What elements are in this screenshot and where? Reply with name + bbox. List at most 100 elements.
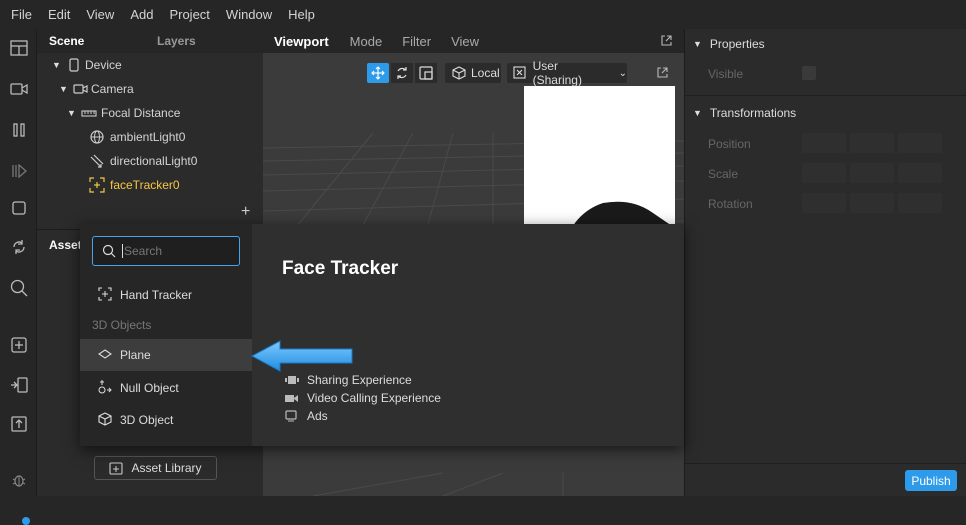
scale-tool-button[interactable] — [415, 63, 437, 83]
ruler-icon — [81, 110, 97, 117]
object-detail-pane: Face Tracker for: Sharing Experience Vid… — [252, 224, 684, 446]
external-link-icon[interactable] — [660, 34, 673, 47]
tree-item-focal-distance[interactable]: ▼ Focal Distance — [67, 101, 180, 125]
list-item-3d-object[interactable]: 3D Object — [80, 404, 252, 436]
caret-down-icon[interactable]: ▼ — [52, 60, 62, 70]
local-space-toggle[interactable]: Local — [445, 63, 501, 83]
menu-add[interactable]: Add — [122, 0, 161, 29]
refresh-icon[interactable] — [8, 236, 30, 258]
asset-library-button[interactable]: Asset Library — [94, 456, 217, 480]
list-item-null-object[interactable]: Null Object — [80, 372, 252, 404]
directional-light-icon — [90, 154, 104, 168]
video-camera-icon[interactable] — [8, 78, 30, 100]
video-icon — [285, 395, 298, 402]
scale-y-field[interactable] — [850, 163, 894, 183]
tree-item-directional-light[interactable]: directionalLight0 — [89, 149, 197, 173]
scale-icon — [419, 66, 433, 80]
search-field[interactable]: Search — [92, 236, 240, 266]
null-object-icon — [98, 379, 112, 398]
tab-mode[interactable]: Mode — [350, 34, 383, 49]
add-object-icon[interactable] — [8, 334, 30, 356]
search-icon[interactable] — [8, 277, 30, 299]
tree-item-label: ambientLight0 — [110, 130, 186, 144]
upload-icon[interactable] — [8, 413, 30, 435]
list-item-hand-tracker[interactable]: Hand Tracker — [80, 279, 252, 311]
chevron-down-icon: ⌄ — [618, 67, 627, 79]
ads-icon — [285, 410, 297, 422]
rotate-tool-button[interactable] — [391, 63, 413, 83]
menu-project[interactable]: Project — [161, 0, 217, 29]
popout-icon[interactable] — [656, 66, 669, 79]
scene-panel: Scene Layers ▼ Device ▼ Camera ▼ Focal D… — [37, 29, 263, 229]
properties-section-header[interactable]: ▼ Properties — [693, 37, 765, 51]
tree-item-label: Device — [85, 58, 122, 72]
tab-filter[interactable]: Filter — [402, 34, 431, 49]
user-select-label: User (Sharing) — [532, 59, 582, 87]
transformations-header: Transformations — [709, 106, 797, 120]
tree-item-face-tracker[interactable]: faceTracker0 — [89, 173, 180, 197]
rotation-x-field[interactable] — [802, 193, 846, 213]
tree-item-label: Focal Distance — [101, 106, 181, 120]
add-scene-object-button[interactable]: + — [241, 203, 250, 221]
local-label: Local — [471, 66, 500, 80]
experience-label: Video Calling Experience — [307, 391, 441, 405]
search-placeholder: Search — [124, 244, 163, 258]
list-item-plane[interactable]: Plane — [80, 339, 252, 371]
user-sharing-select[interactable]: User (Sharing) ⌄ — [507, 59, 627, 87]
experience-sharing: Sharing Experience — [285, 373, 412, 387]
tree-item-device[interactable]: ▼ Device — [52, 53, 122, 77]
properties-header: Properties — [709, 37, 765, 51]
caret-down-icon: ▼ — [693, 39, 702, 49]
menu-help[interactable]: Help — [280, 0, 323, 29]
menu-window[interactable]: Window — [218, 0, 280, 29]
divider — [685, 463, 966, 464]
import-icon[interactable] — [8, 374, 30, 396]
position-z-field[interactable] — [898, 133, 942, 153]
cube-icon — [452, 66, 466, 80]
stop-icon[interactable] — [8, 197, 30, 219]
list-item-label: 3D Object — [120, 413, 174, 427]
tab-viewport[interactable]: Viewport — [274, 34, 329, 49]
pause-icon[interactable] — [8, 119, 30, 141]
text-cursor — [122, 244, 123, 258]
scale-z-field[interactable] — [898, 163, 942, 183]
menu-view[interactable]: View — [78, 0, 122, 29]
rotate-icon — [397, 67, 407, 79]
rotation-y-field[interactable] — [850, 193, 894, 213]
experience-label: Ads — [307, 409, 328, 423]
camera-icon — [73, 84, 88, 94]
tab-scene[interactable]: Scene — [37, 34, 157, 48]
list-item-label: Plane — [120, 348, 151, 362]
tree-item-label: directionalLight0 — [110, 154, 198, 168]
visible-checkbox[interactable] — [802, 66, 816, 80]
move-tool-button[interactable] — [367, 63, 389, 83]
caret-down-icon[interactable]: ▼ — [59, 84, 69, 94]
caret-down-icon: ▼ — [693, 108, 702, 118]
hand-tracker-icon — [98, 286, 112, 304]
experience-ads: Ads — [285, 409, 328, 423]
tab-layers[interactable]: Layers — [157, 34, 196, 48]
experience-video-calling: Video Calling Experience — [285, 391, 441, 405]
position-x-field[interactable] — [802, 133, 846, 153]
plane-icon — [98, 347, 112, 364]
rotation-z-field[interactable] — [898, 193, 942, 213]
scale-x-field[interactable] — [802, 163, 846, 183]
bug-icon[interactable] — [8, 469, 30, 491]
transformations-section-header[interactable]: ▼ Transformations — [693, 106, 796, 120]
tree-item-camera[interactable]: ▼ Camera — [59, 77, 134, 101]
object-type-list: Search Hand Tracker 3D Objects Plane Nul… — [80, 224, 252, 446]
tree-item-label: Camera — [91, 82, 134, 96]
caret-down-icon[interactable]: ▼ — [67, 108, 77, 118]
menu-edit[interactable]: Edit — [40, 0, 78, 29]
list-item-label: Hand Tracker — [120, 288, 193, 302]
menu-file[interactable]: File — [0, 0, 40, 29]
list-item-label: Null Object — [120, 381, 179, 395]
tab-view[interactable]: View — [451, 34, 479, 49]
step-forward-icon[interactable] — [8, 160, 30, 182]
publish-button[interactable]: Publish — [905, 470, 957, 491]
add-object-popup: Search Hand Tracker 3D Objects Plane Nul… — [80, 224, 684, 446]
layout-icon[interactable] — [8, 37, 30, 59]
face-tracker-icon — [89, 177, 105, 193]
tree-item-ambient-light[interactable]: ambientLight0 — [89, 125, 185, 149]
position-y-field[interactable] — [850, 133, 894, 153]
